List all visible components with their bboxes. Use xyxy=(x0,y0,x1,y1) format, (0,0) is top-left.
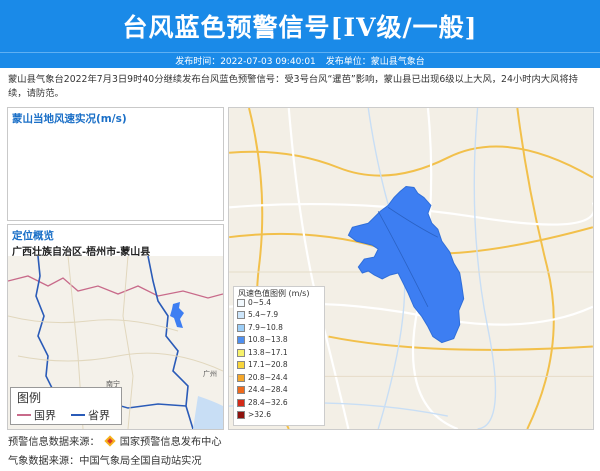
location-panel-title: 定位概览 xyxy=(12,230,54,242)
wind-legend-item: 28.4~32.6 xyxy=(237,397,288,408)
page-title: 台风蓝色预警信号[IV级/一般] xyxy=(122,13,478,42)
wind-legend-item: 10.8~13.8 xyxy=(237,334,288,345)
warning-source-label: 预警信息数据来源： xyxy=(8,437,100,448)
legend-title: 图例 xyxy=(17,391,42,405)
publish-time: 发布时间：2022-07-03 09:40:01 xyxy=(175,57,316,67)
header-banner: 台风蓝色预警信号[IV级/一般] xyxy=(0,0,600,52)
wind-speed-panel: 蒙山当地风速实况(m/s) xyxy=(7,107,224,221)
wind-legend-item: 24.4~28.4 xyxy=(237,384,288,395)
wind-legend-item: 7.9~10.8 xyxy=(237,322,283,333)
national-border-swatch xyxy=(17,414,31,416)
wind-speed-legend: 风速色值图例 (m/s) 0~5.4 5.4~7.9 7.9~10.8 10.8… xyxy=(233,286,325,426)
met-source: 气象数据来源：中国气象局全国自动站实况 xyxy=(8,456,202,467)
legend-provincial-border: 省界 xyxy=(71,407,110,423)
wind-legend-item: 17.1~20.8 xyxy=(237,359,288,370)
guangzhou-label: 广州 xyxy=(203,369,217,378)
warning-source[interactable]: 国家预警信息发布中心 xyxy=(120,433,222,448)
legend-national-border: 国界 xyxy=(17,407,56,423)
wind-legend-item: >32.6 xyxy=(237,409,271,420)
wind-legend-item: 13.8~17.1 xyxy=(237,347,288,358)
wind-legend-item: 20.8~24.4 xyxy=(237,372,288,383)
warning-source-line: 预警信息数据来源： 国家预警信息发布中心 xyxy=(8,433,222,448)
provincial-border-label: 省界 xyxy=(88,409,110,422)
map-legend: 图例 国界 省界 xyxy=(10,387,122,425)
warning-description: 蒙山县气象台2022年7月3日9时40分继续发布台风蓝色预警信号：受3号台风“暹… xyxy=(8,74,578,99)
provincial-border-swatch xyxy=(71,414,85,416)
wind-legend-item: 0~5.4 xyxy=(237,297,271,308)
wind-legend-item: 5.4~7.9 xyxy=(237,309,278,320)
publish-info-bar: 发布时间：2022-07-03 09:40:01 发布单位：蒙山县气象台 xyxy=(0,52,600,68)
publisher: 发布单位：蒙山县气象台 xyxy=(325,57,425,67)
wind-speed-panel-title: 蒙山当地风速实况(m/s) xyxy=(12,113,127,125)
met-source-line: 气象数据来源：中国气象局全国自动站实况 xyxy=(8,452,202,467)
diamond-logo-icon xyxy=(104,434,116,447)
national-border-label: 国界 xyxy=(34,409,56,422)
